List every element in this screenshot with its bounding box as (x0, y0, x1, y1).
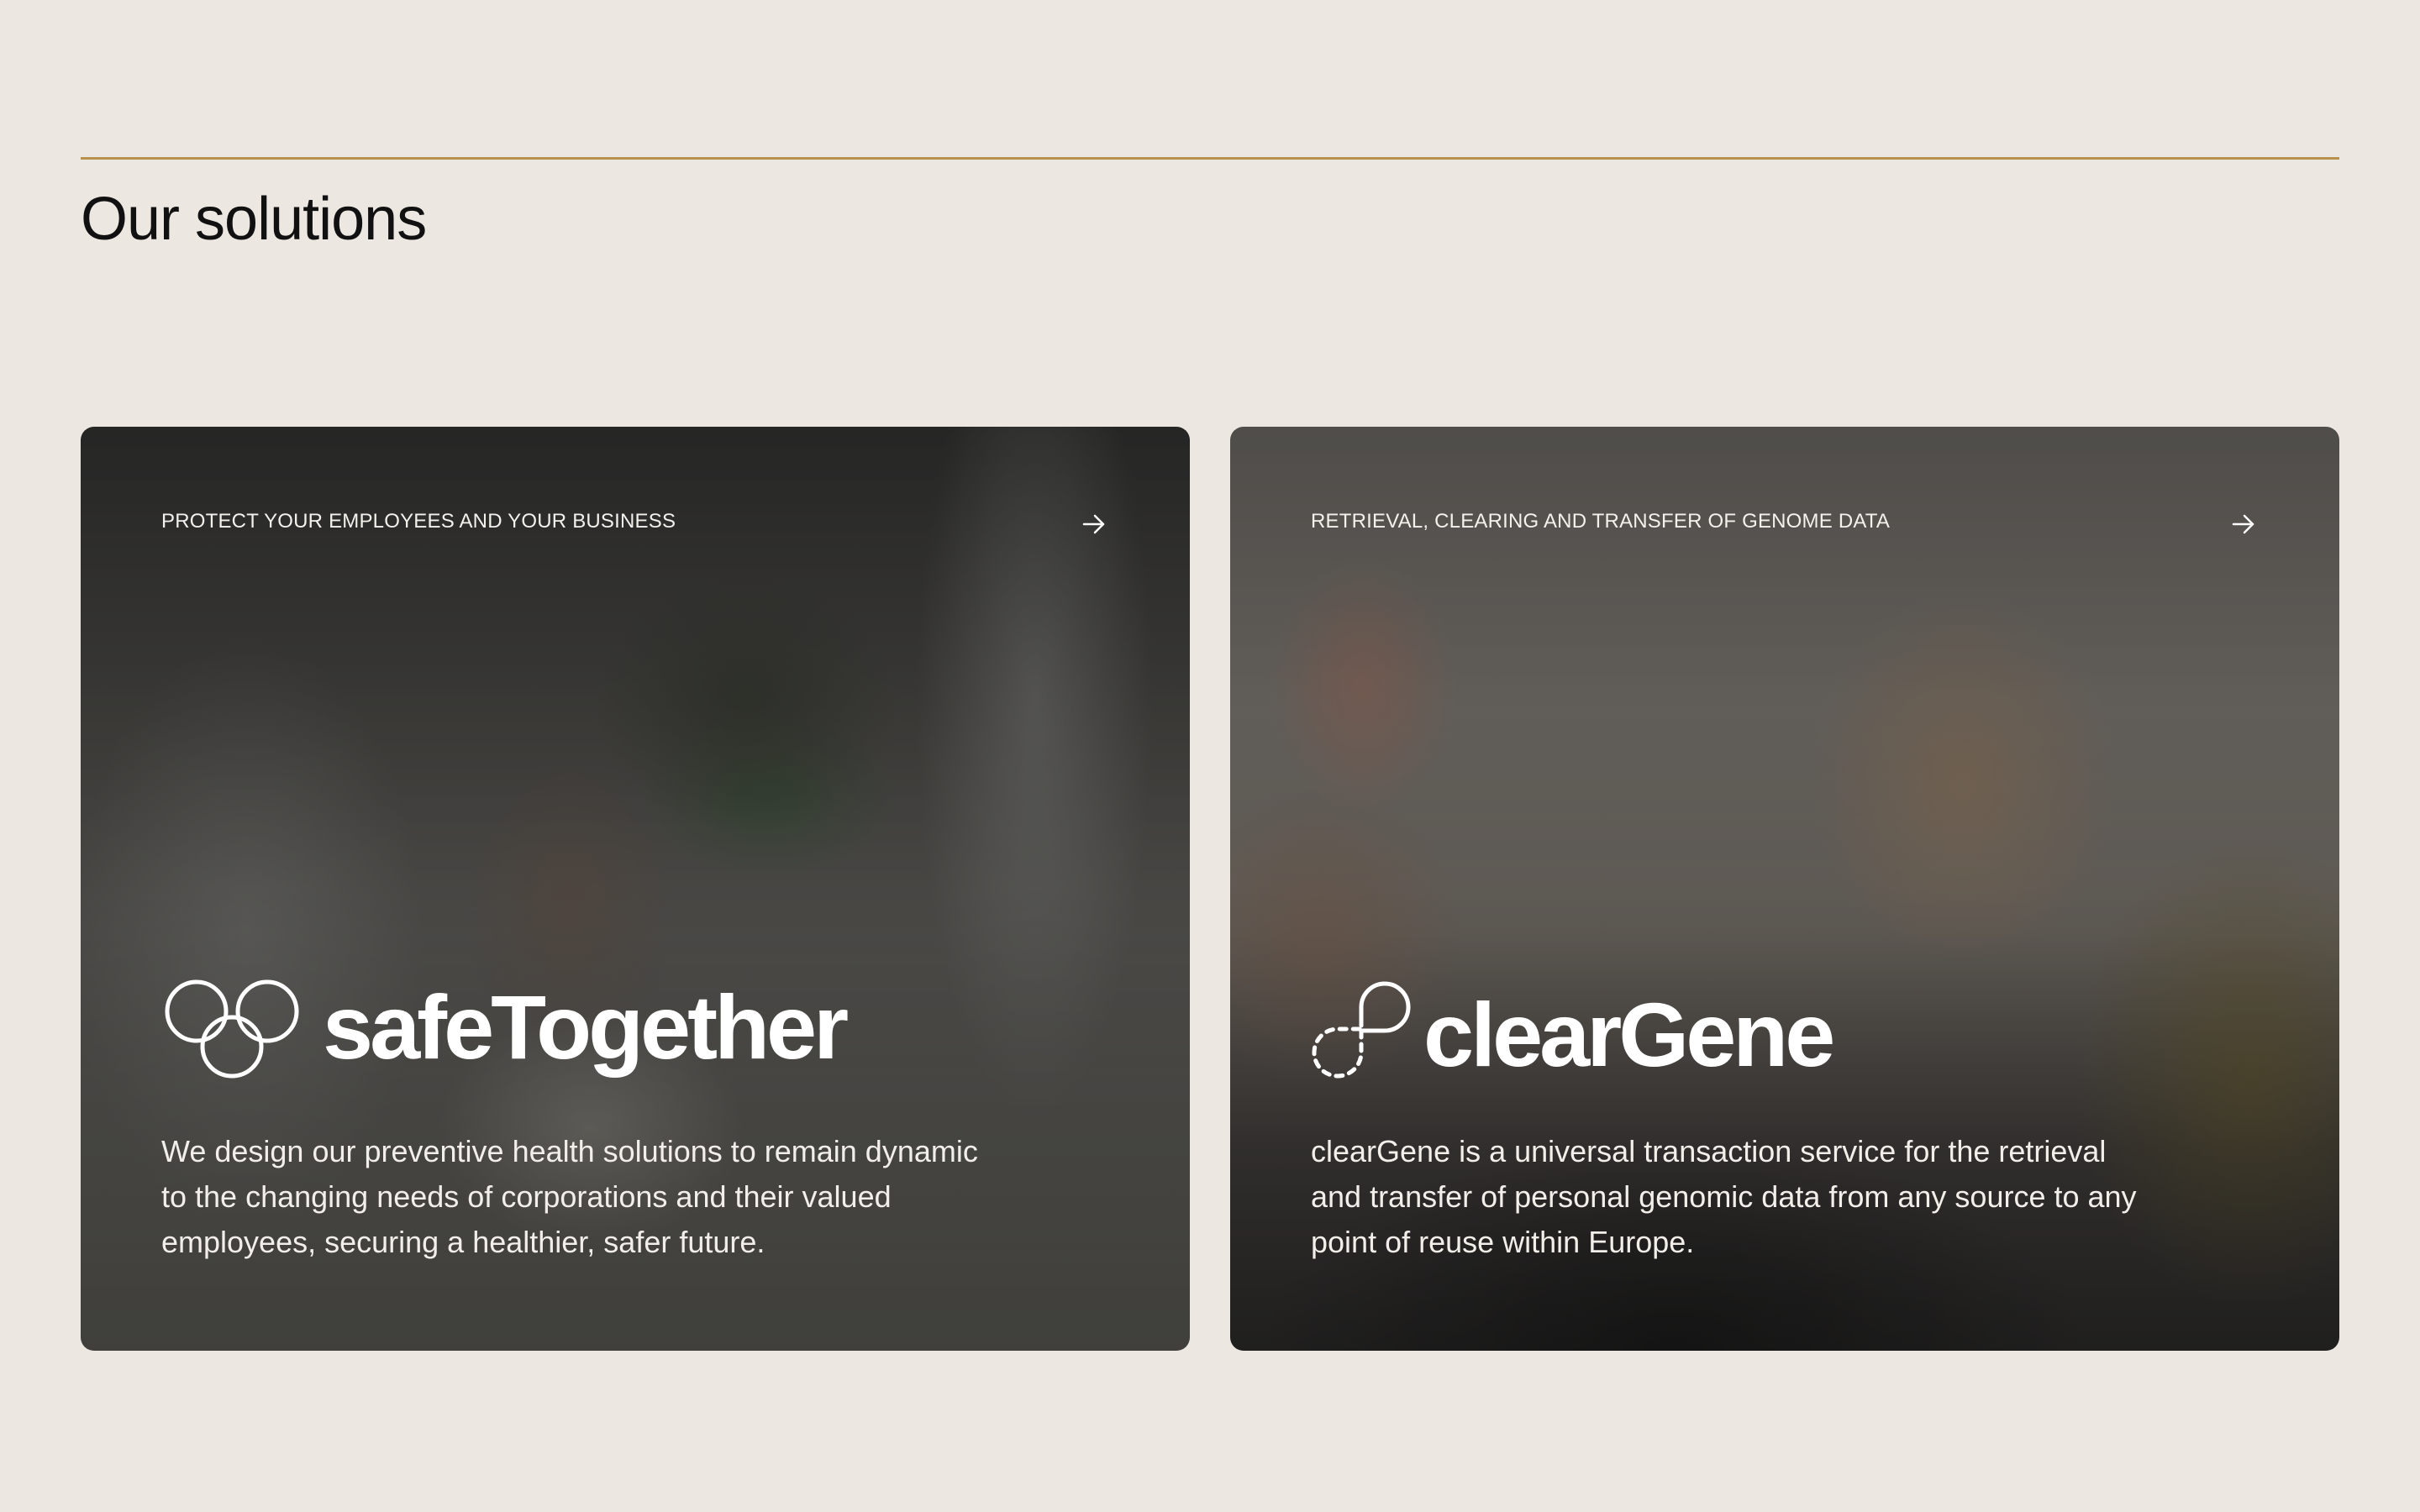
brand-cleargene: clearGene (1311, 973, 1835, 1085)
section-title: Our solutions (81, 186, 427, 253)
cleargene-logo-icon (1312, 981, 1411, 1079)
card-description: We design our preventive health solution… (161, 1134, 978, 1259)
card-eyebrow: PROTECT YOUR EMPLOYEES AND YOUR BUSINESS (161, 510, 676, 533)
brand-name: safeTogether (323, 976, 849, 1078)
card-description: clearGene is a universal transaction ser… (1311, 1134, 2137, 1259)
card-cleargene[interactable]: RETRIEVAL, CLEARING AND TRANSFER OF GENO… (1230, 427, 2339, 1351)
card-safetogether[interactable]: PROTECT YOUR EMPLOYEES AND YOUR BUSINESS… (81, 427, 1190, 1351)
card-eyebrow: RETRIEVAL, CLEARING AND TRANSFER OF GENO… (1311, 510, 1891, 533)
arrow-right-icon[interactable] (1079, 509, 1109, 539)
section-divider (81, 157, 2339, 160)
brand-safetogether: safeTogether (161, 973, 849, 1082)
solutions-section: Our solutions PROTECT YOUR EMPLOYEES AND… (81, 0, 2339, 1512)
arrow-right-icon[interactable] (2228, 509, 2259, 539)
brand-name: clearGene (1423, 984, 1835, 1085)
safetogether-logo-icon (165, 979, 299, 1079)
solution-cards: PROTECT YOUR EMPLOYEES AND YOUR BUSINESS… (81, 427, 2339, 1351)
